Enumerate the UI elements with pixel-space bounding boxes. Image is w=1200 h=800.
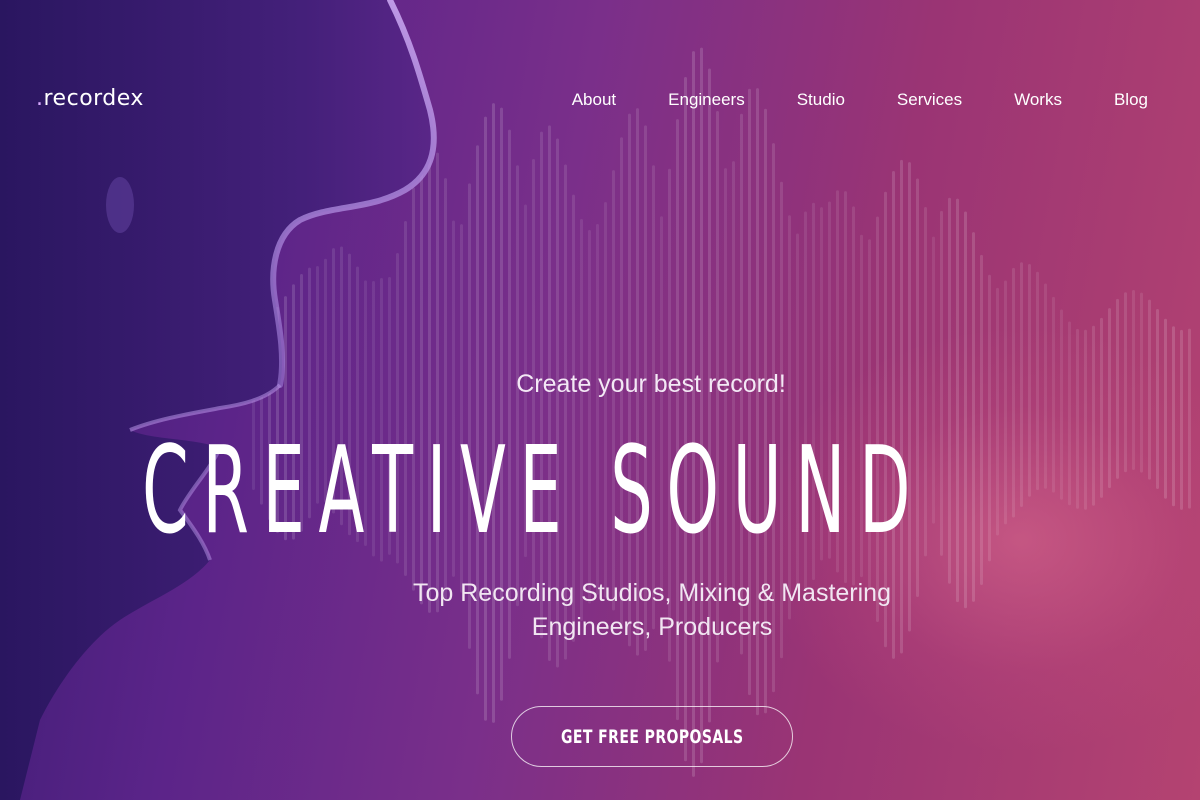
sound-wave-bar	[1084, 329, 1087, 510]
get-free-proposals-button[interactable]: GET FREE PROPOSALS	[511, 706, 793, 767]
nav-link-works[interactable]: Works	[1014, 90, 1062, 110]
sound-wave-bar	[1092, 325, 1095, 506]
hero-subtitle-line-1: Top Recording Studios, Mixing & Masterin…	[412, 579, 891, 607]
nav-link-engineers[interactable]: Engineers	[668, 90, 745, 110]
hero-tagline: Create your best record!	[516, 370, 786, 398]
sound-wave-bar	[1100, 317, 1103, 498]
sound-wave-bar	[1164, 318, 1167, 499]
singer-face-image	[0, 0, 437, 800]
sound-wave-bar	[684, 76, 687, 762]
brand-logo[interactable]: .recordex	[36, 86, 144, 111]
sound-wave-bar	[972, 232, 975, 602]
nav-link-about[interactable]: About	[572, 90, 616, 110]
sound-wave-bar	[964, 211, 967, 609]
sound-wave-bar	[988, 274, 991, 562]
sound-wave-bar	[572, 194, 575, 642]
brand-dot: .	[36, 86, 44, 111]
sound-wave-bar	[1004, 280, 1007, 525]
sound-wave-bar	[1060, 309, 1063, 500]
main-nav: About Engineers Studio Services Works Bl…	[520, 90, 1148, 110]
nav-link-blog[interactable]: Blog	[1114, 90, 1148, 110]
hero-headline: CREATIVE SOUND	[142, 422, 925, 561]
sound-wave-bar	[1068, 321, 1071, 506]
nav-link-services[interactable]: Services	[897, 90, 962, 110]
hero-subtitle-line-2: Engineers, Producers	[531, 613, 773, 641]
nav-link-studio[interactable]: Studio	[797, 90, 845, 110]
sound-wave-bar	[956, 198, 959, 603]
sound-wave-bar	[980, 254, 983, 586]
sound-wave-bar	[1076, 328, 1079, 509]
sound-wave-bar	[692, 51, 695, 777]
sound-wave-bar	[1156, 309, 1159, 490]
hero-section: .recordex About Engineers Studio Service…	[0, 0, 1200, 800]
sound-wave-bar	[1172, 326, 1175, 507]
sound-wave-bar	[1188, 328, 1191, 509]
sound-wave-bar	[996, 287, 999, 536]
sound-wave-bar	[700, 47, 703, 764]
hero-subtitle: Top Recording Studios, Mixing & Masterin…	[402, 576, 902, 644]
sound-wave-bar	[876, 216, 879, 623]
brand-name: recordex	[43, 86, 144, 111]
cta-label: GET FREE PROPOSALS	[560, 725, 744, 748]
sound-wave-bar	[1180, 329, 1183, 510]
